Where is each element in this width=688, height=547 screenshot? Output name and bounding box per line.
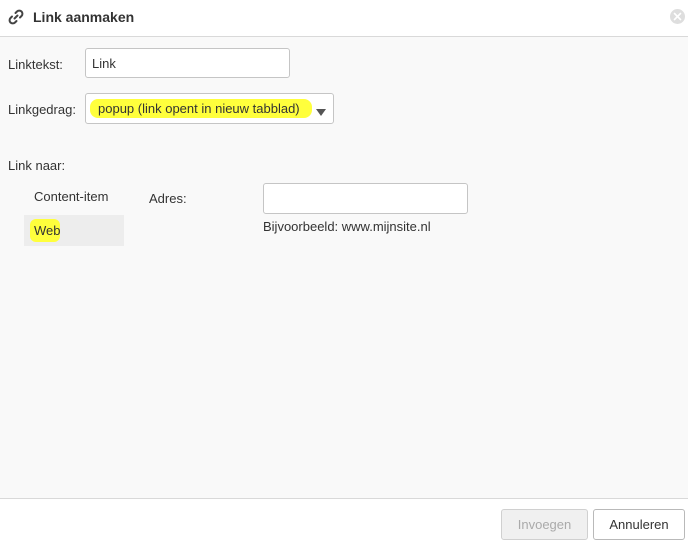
close-button[interactable] xyxy=(670,9,685,24)
nav-item-label: Web xyxy=(34,223,61,238)
nav-item-content-item[interactable]: Content-item xyxy=(24,181,124,212)
link-dialog: Link aanmaken Linktekst: Linkgedrag: pop… xyxy=(0,0,688,547)
address-label: Adres: xyxy=(149,191,187,206)
caret-down-icon xyxy=(316,105,326,120)
address-input[interactable] xyxy=(263,183,468,214)
insert-button[interactable]: Invoegen xyxy=(501,509,588,540)
address-example-text: Bijvoorbeeld: www.mijnsite.nl xyxy=(263,219,431,234)
link-icon xyxy=(7,8,25,26)
link-text-input[interactable] xyxy=(85,48,290,78)
dialog-footer: Invoegen Annuleren xyxy=(0,498,688,547)
close-icon xyxy=(673,12,682,21)
cancel-button[interactable]: Annuleren xyxy=(593,509,685,540)
nav-item-label: Content-item xyxy=(34,189,109,204)
link-to-label: Link naar: xyxy=(8,158,66,173)
link-behavior-value: popup (link opent in nieuw tabblad) xyxy=(98,101,300,116)
link-text-label: Linktekst: xyxy=(8,57,63,72)
dialog-titlebar: Link aanmaken xyxy=(0,0,688,37)
link-behavior-select[interactable]: popup (link opent in nieuw tabblad) xyxy=(85,93,334,124)
nav-item-web[interactable]: Web xyxy=(24,215,124,246)
dialog-title: Link aanmaken xyxy=(33,9,135,25)
link-behavior-label: Linkgedrag: xyxy=(8,102,76,117)
